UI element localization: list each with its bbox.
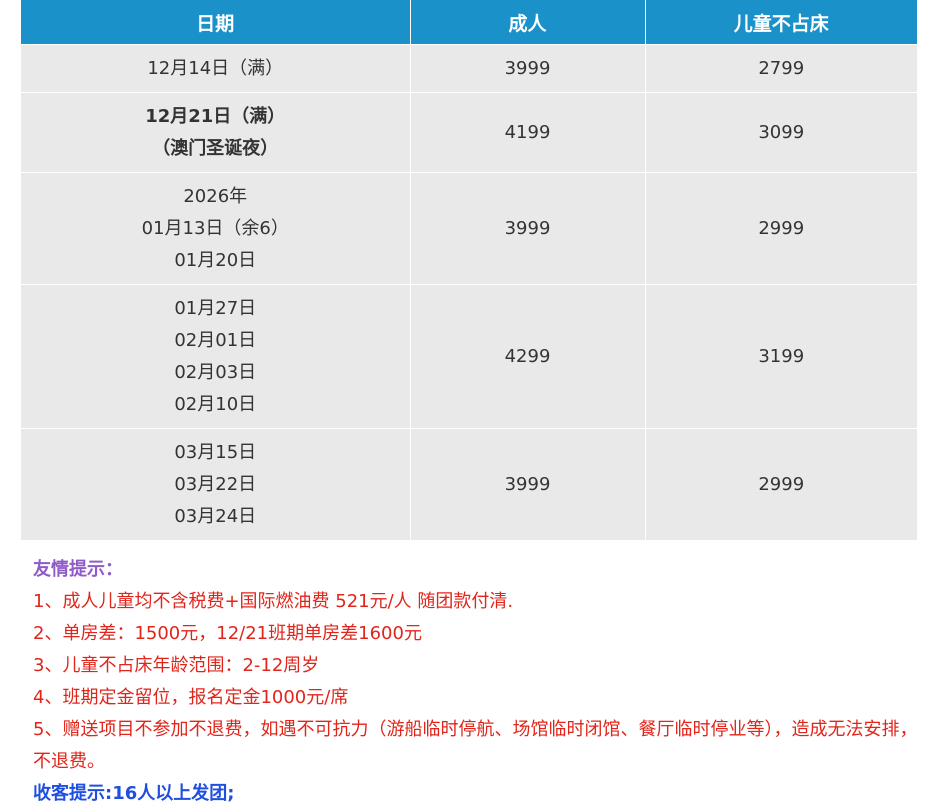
- table-header-row: 日期 成人 儿童不占床: [21, 0, 917, 45]
- adult-price: 3999: [409, 172, 646, 285]
- notes-section: 友情提示： 1、成人儿童均不含税费+国际燃油费 521元/人 随团款付清. 2、…: [33, 554, 918, 810]
- date-line: 02月01日: [174, 329, 257, 351]
- table-row: 03月15日 03月22日 03月24日 3999 2999: [21, 428, 917, 541]
- date-cell: 03月15日 03月22日 03月24日: [21, 428, 411, 541]
- header-adult: 成人: [409, 0, 646, 45]
- date-line: 03月15日: [174, 441, 257, 463]
- table-row: 12月14日（满） 3999 2799: [21, 44, 917, 93]
- header-child: 儿童不占床: [644, 0, 917, 45]
- date-line: 12月21日（满）: [145, 105, 286, 127]
- table-row: 2026年 01月13日（余6） 01月20日 3999 2999: [21, 172, 917, 285]
- adult-price: 4199: [409, 92, 646, 173]
- date-line: 01月20日: [174, 249, 257, 271]
- note-item: 3、儿童不占床年龄范围：2-12周岁: [33, 655, 320, 676]
- date-cell: 12月21日（满） （澳门圣诞夜）: [21, 92, 411, 173]
- child-price: 3199: [644, 284, 917, 429]
- adult-price: 3999: [409, 44, 646, 93]
- child-price: 2999: [644, 172, 917, 285]
- notes-title: 友情提示：: [33, 559, 123, 580]
- date-line: 2026年: [183, 185, 248, 207]
- date-cell: 2026年 01月13日（余6） 01月20日: [21, 172, 411, 285]
- date-line: 01月13日（余6）: [141, 217, 289, 239]
- header-date: 日期: [21, 0, 411, 45]
- date-line: 02月03日: [174, 361, 257, 383]
- adult-price: 4299: [409, 284, 646, 429]
- child-price: 2999: [644, 428, 917, 541]
- date-line: 01月27日: [174, 297, 257, 319]
- child-price: 3099: [644, 92, 917, 173]
- date-line: 03月22日: [174, 473, 257, 495]
- adult-price: 3999: [409, 428, 646, 541]
- group-tip: 收客提示:16人以上发团;: [33, 783, 235, 804]
- date-line: 12月14日（满）: [147, 57, 284, 79]
- table-row: 12月21日（满） （澳门圣诞夜） 4199 3099: [21, 92, 917, 173]
- date-line: 02月10日: [174, 393, 257, 415]
- price-table-container: 日期 成人 儿童不占床 12月14日（满） 3999 2799 12月21日（满…: [21, 0, 917, 541]
- note-item: 2、单房差：1500元，12/21班期单房差1600元: [33, 623, 422, 644]
- note-item: 4、班期定金留位，报名定金1000元/席: [33, 687, 349, 708]
- price-table: 日期 成人 儿童不占床 12月14日（满） 3999 2799 12月21日（满…: [21, 0, 917, 541]
- date-line: （澳门圣诞夜）: [152, 137, 279, 159]
- date-cell: 01月27日 02月01日 02月03日 02月10日: [21, 284, 411, 429]
- date-cell: 12月14日（满）: [21, 44, 411, 93]
- table-row: 01月27日 02月01日 02月03日 02月10日 4299 3199: [21, 284, 917, 429]
- note-item: 5、赠送项目不参加不退费，如遇不可抗力（游船临时停航、场馆临时闭馆、餐厅临时停业…: [33, 719, 918, 772]
- note-item: 1、成人儿童均不含税费+国际燃油费 521元/人 随团款付清.: [33, 591, 514, 612]
- date-line: 03月24日: [174, 505, 257, 527]
- child-price: 2799: [644, 44, 917, 93]
